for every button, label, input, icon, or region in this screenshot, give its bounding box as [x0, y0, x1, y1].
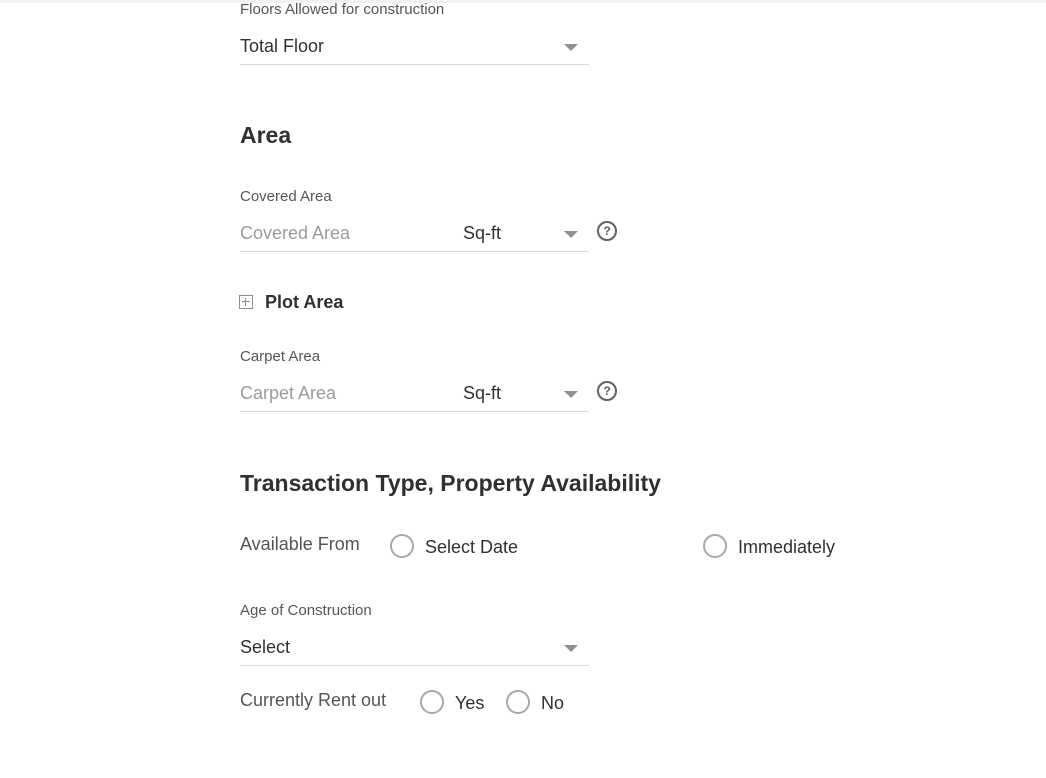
rent-out-yes-radio[interactable] — [420, 690, 444, 714]
transaction-heading: Transaction Type, Property Availability — [240, 470, 661, 496]
available-from-label: Available From — [240, 534, 360, 554]
rent-out-yes-label[interactable]: Yes — [455, 693, 484, 714]
age-of-construction-label: Age of Construction — [240, 602, 372, 619]
help-icon[interactable]: ? — [597, 381, 617, 401]
select-date-label[interactable]: Select Date — [425, 537, 518, 558]
immediately-label[interactable]: Immediately — [738, 537, 835, 558]
age-of-construction-value: Select — [240, 637, 291, 657]
age-of-construction-select[interactable]: Select — [240, 631, 589, 666]
plot-area-toggle[interactable]: Plot Area — [265, 292, 343, 313]
top-shadow-divider — [0, 0, 1046, 3]
chevron-down-icon — [564, 645, 578, 652]
expand-plus-icon[interactable] — [239, 295, 253, 309]
covered-area-unit-select[interactable]: Sq-ft — [463, 223, 501, 244]
chevron-down-icon[interactable] — [564, 231, 578, 238]
covered-area-label: Covered Area — [240, 188, 332, 205]
chevron-down-icon — [564, 44, 578, 51]
area-heading: Area — [240, 122, 292, 148]
floors-allowed-select[interactable]: Total Floor — [240, 30, 589, 65]
covered-area-field: Covered Area Sq-ft — [240, 217, 589, 252]
currently-rent-out-label: Currently Rent out — [240, 690, 387, 710]
chevron-down-icon[interactable] — [564, 391, 578, 398]
covered-area-input[interactable]: Covered Area — [240, 223, 350, 244]
floors-allowed-value: Total Floor — [240, 36, 325, 56]
carpet-area-input[interactable]: Carpet Area — [240, 383, 336, 404]
rent-out-no-radio[interactable] — [506, 690, 530, 714]
select-date-radio[interactable] — [390, 534, 414, 558]
carpet-area-unit-select[interactable]: Sq-ft — [463, 383, 501, 404]
immediately-radio[interactable] — [703, 534, 727, 558]
carpet-area-label: Carpet Area — [240, 348, 321, 365]
carpet-area-field: Carpet Area Sq-ft — [240, 377, 589, 412]
rent-out-no-label[interactable]: No — [541, 693, 564, 714]
help-icon[interactable]: ? — [597, 221, 617, 241]
floors-allowed-label: Floors Allowed for construction — [240, 1, 445, 18]
